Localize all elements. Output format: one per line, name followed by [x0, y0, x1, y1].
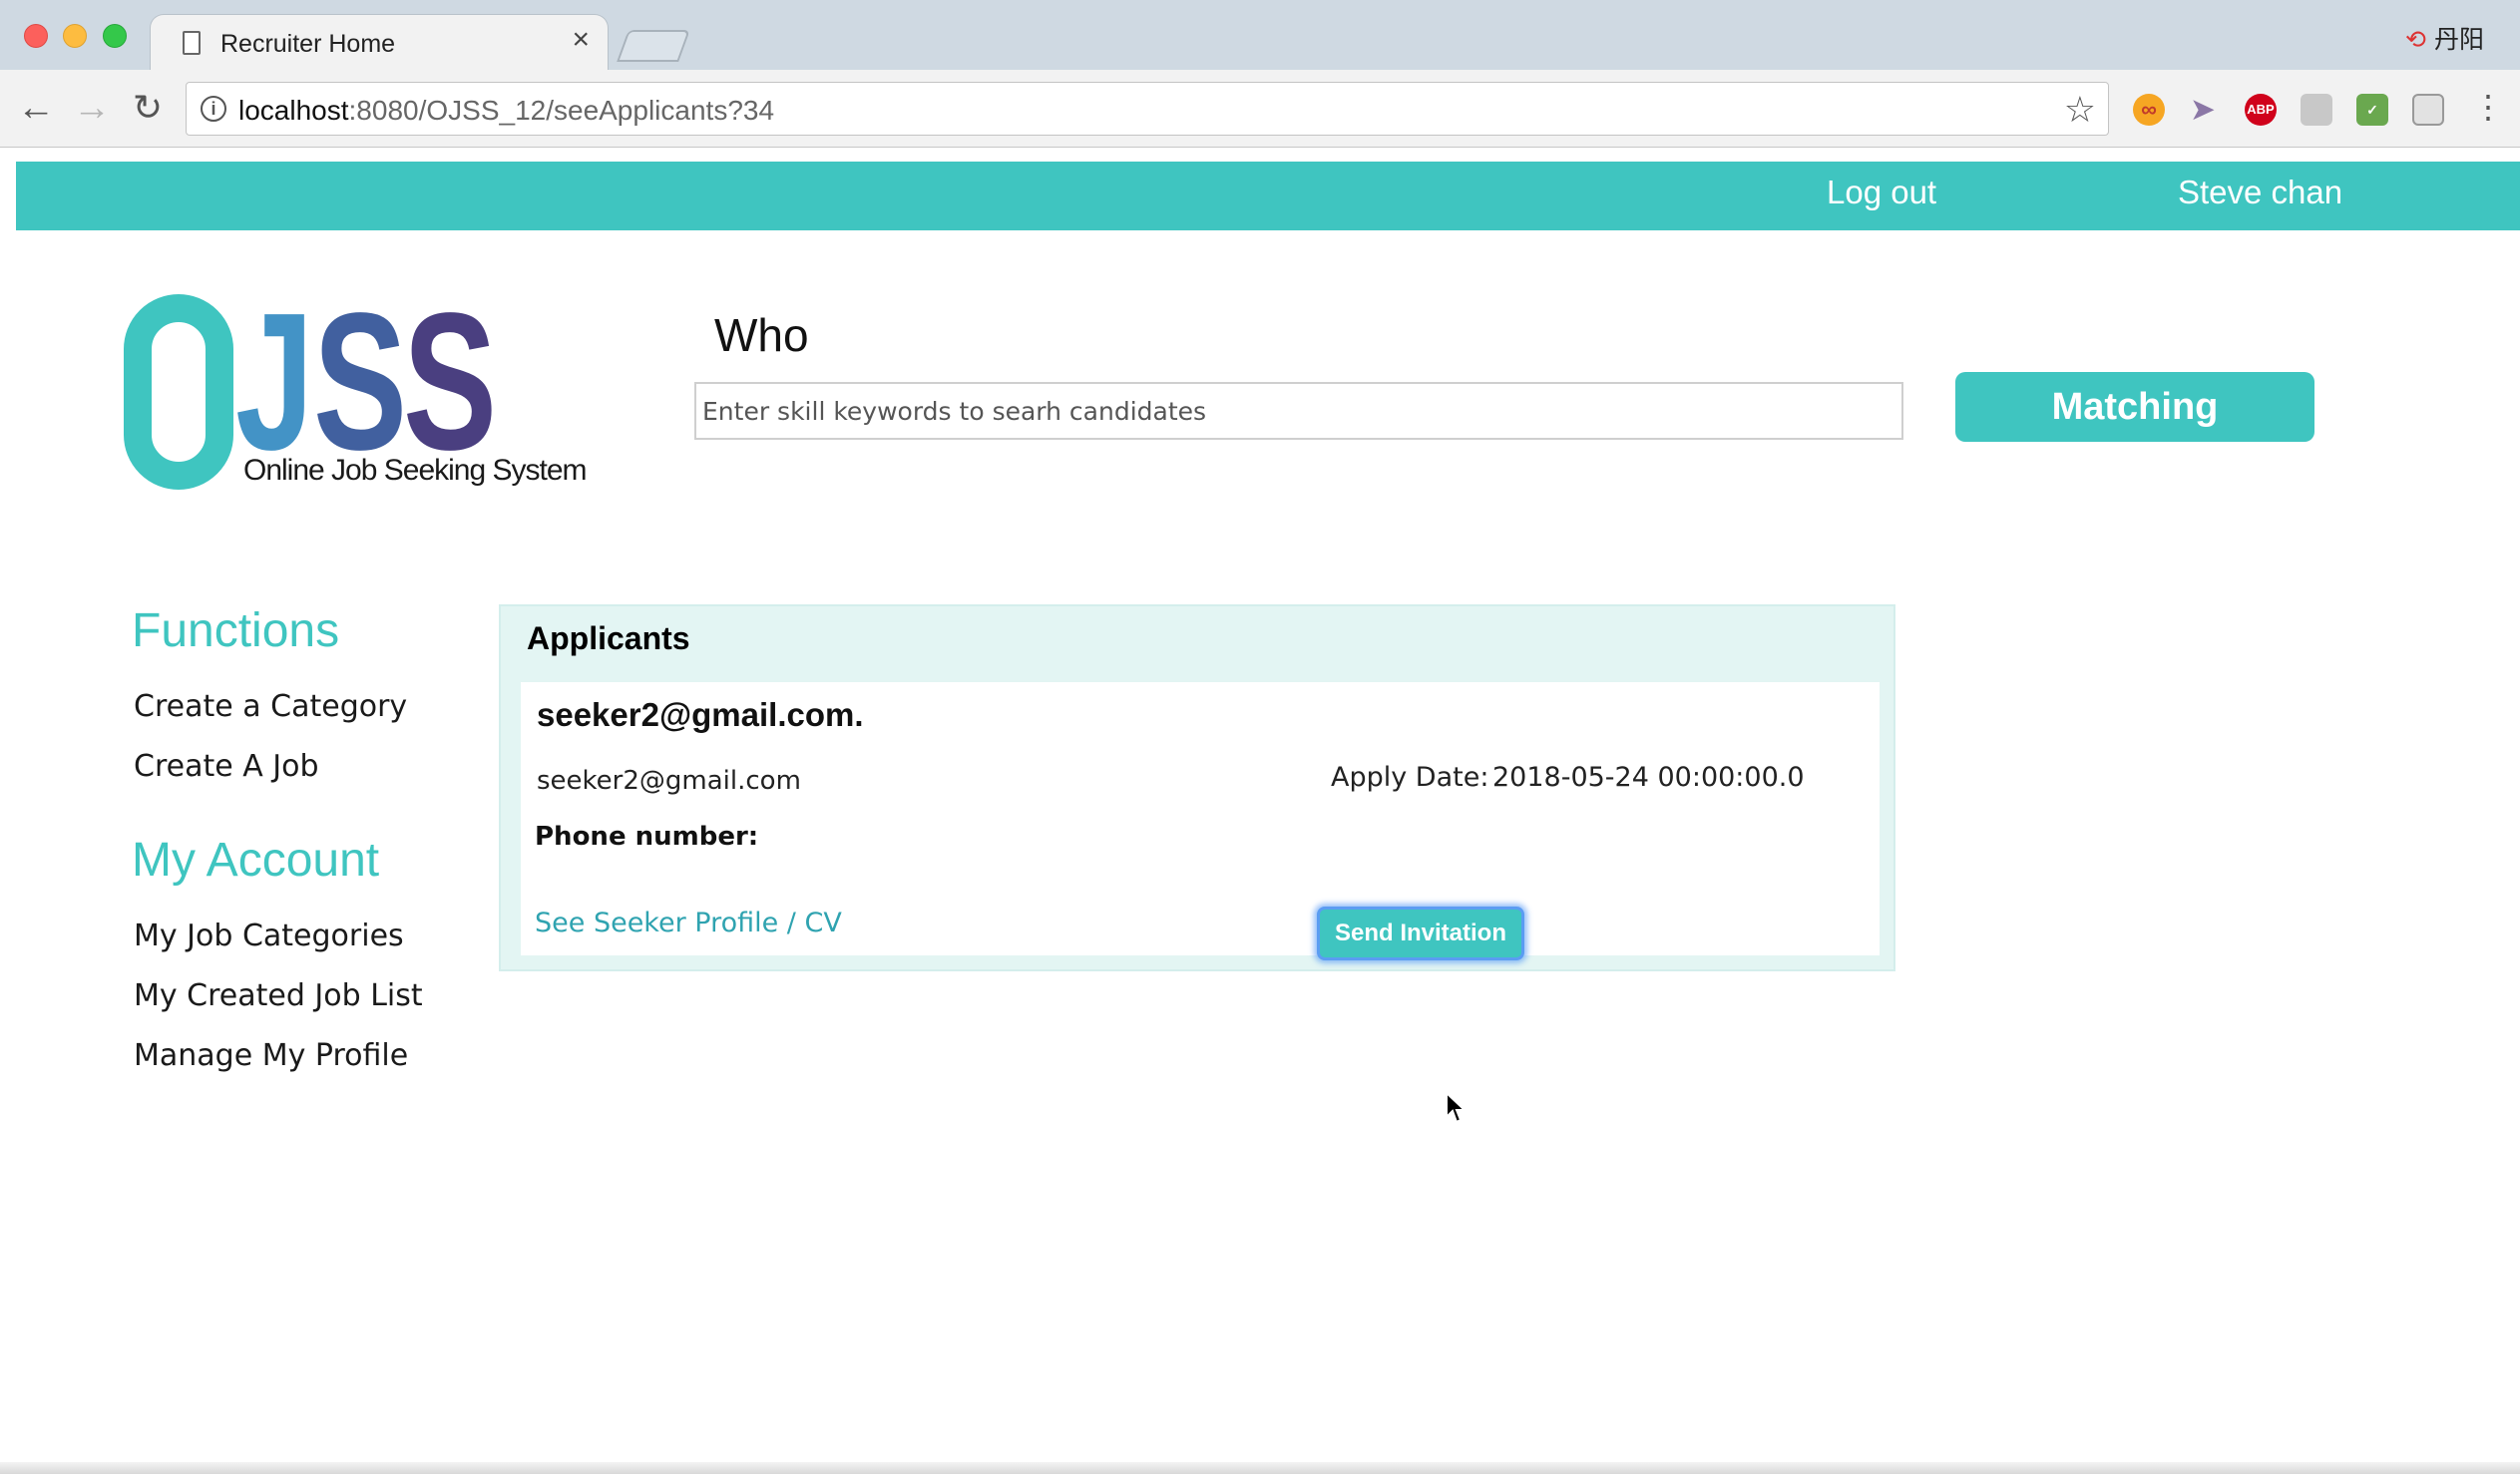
browser-tab[interactable]: Recruiter Home × [150, 14, 609, 72]
my-account-heading: My Account [132, 834, 380, 887]
window-bottom-edge [0, 1462, 2520, 1474]
logo-letter-o [124, 294, 233, 490]
browser-profile-chip[interactable]: ⟲ 丹阳 [2405, 20, 2484, 56]
shield-extension-icon[interactable]: ✓ [2356, 94, 2388, 126]
apply-date-value: 2018-05-24 00:00:00.0 [1492, 762, 1805, 793]
url-path: :8080/OJSS_12/seeApplicants?34 [348, 95, 775, 126]
search-label: Who [714, 309, 809, 361]
applicant-card: seeker2@gmail.com. seeker2@gmail.com App… [521, 682, 1880, 960]
tab-title: Recruiter Home [220, 30, 396, 58]
browser-tab-bar: Recruiter Home × ⟲ 丹阳 [0, 0, 2520, 72]
url-host: localhost [238, 95, 349, 126]
ojss-logo[interactable]: J S S Online Job Seeking System [124, 284, 603, 494]
gray-extension-icon[interactable] [2301, 94, 2332, 126]
my-created-job-list-link[interactable]: My Created Job List [134, 978, 423, 1013]
my-job-categories-link[interactable]: My Job Categories [134, 919, 404, 953]
window-maximize-button[interactable] [103, 24, 127, 48]
logout-link[interactable]: Log out [1827, 174, 1936, 211]
forward-arrow-icon[interactable]: → [70, 86, 114, 130]
apply-date-label: Apply Date: [1331, 762, 1489, 793]
send-invitation-button[interactable]: Send Invitation [1317, 907, 1524, 960]
logo-letter-s: S [313, 272, 407, 491]
url-text[interactable]: localhost:8080/OJSS_12/seeApplicants?34 [238, 95, 774, 127]
browser-toolbar: ← → ↻ i localhost:8080/OJSS_12/seeApplic… [0, 70, 2520, 148]
logo-letter-s: S [403, 272, 497, 491]
applicant-name: seeker2@gmail.com. [537, 696, 864, 733]
username-link[interactable]: Steve chan [2178, 174, 2342, 211]
back-arrow-icon[interactable]: ← [14, 86, 58, 130]
document-icon [183, 31, 201, 55]
applicants-panel: Applicants seeker2@gmail.com. seeker2@gm… [499, 604, 1895, 971]
skill-search-input[interactable] [694, 382, 1903, 440]
cube-extension-icon[interactable] [2412, 94, 2444, 126]
web-page: Log out Steve chan J S S Online Job Seek… [0, 149, 2520, 1474]
window-minimize-button[interactable] [63, 24, 87, 48]
new-tab-button[interactable] [617, 30, 690, 62]
applicants-title: Applicants [527, 620, 690, 656]
logo-letter-j: J [235, 272, 313, 491]
functions-heading: Functions [132, 604, 340, 657]
cursor-extension-icon[interactable]: ➤ [2187, 94, 2219, 126]
see-seeker-profile-link[interactable]: See Seeker Profile / CV [535, 908, 842, 938]
logo-tagline: Online Job Seeking System [243, 454, 588, 487]
matching-button[interactable]: Matching [1955, 372, 2314, 442]
sync-icon: ⟲ [2405, 26, 2426, 54]
tab-close-icon[interactable]: × [572, 25, 590, 55]
reload-icon[interactable]: ↻ [126, 86, 170, 130]
mouse-pointer-icon [1446, 1091, 1468, 1124]
address-bar[interactable]: i localhost:8080/OJSS_12/seeApplicants?3… [186, 82, 2109, 136]
phone-number-label: Phone number: [535, 822, 759, 852]
create-category-link[interactable]: Create a Category [134, 689, 407, 724]
top-navigation-bar: Log out Steve chan [16, 162, 2520, 230]
manage-my-profile-link[interactable]: Manage My Profile [134, 1038, 408, 1073]
bookmark-star-icon[interactable]: ☆ [2064, 89, 2096, 131]
info-icon[interactable]: i [201, 96, 226, 122]
window-close-button[interactable] [24, 24, 48, 48]
create-job-link[interactable]: Create A Job [134, 749, 319, 784]
applicant-email: seeker2@gmail.com [537, 766, 801, 796]
browser-menu-icon[interactable]: ⋮ [2472, 88, 2504, 126]
adblock-extension-icon[interactable]: ABP [2245, 94, 2277, 126]
profile-name: 丹阳 [2433, 26, 2484, 54]
infinity-extension-icon[interactable]: ∞ [2133, 94, 2165, 126]
